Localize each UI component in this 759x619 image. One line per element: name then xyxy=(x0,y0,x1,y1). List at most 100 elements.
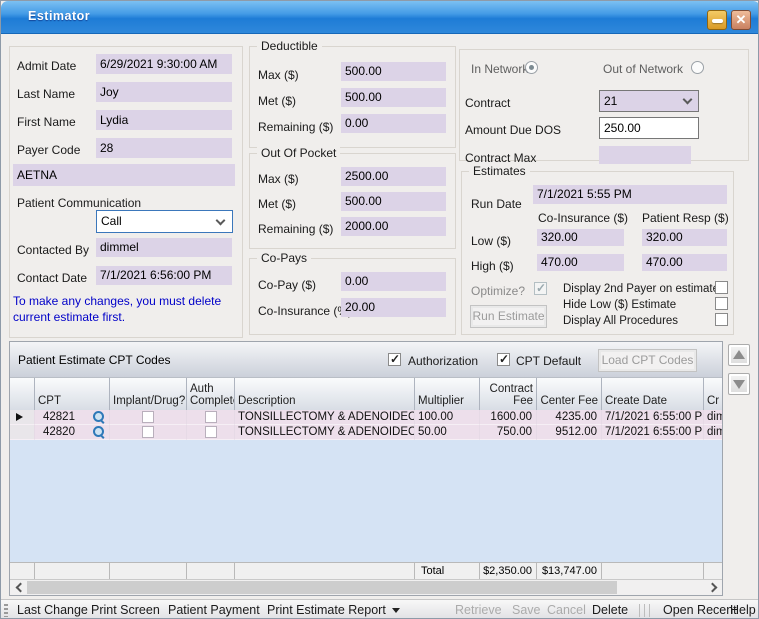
center-fee-cell[interactable]: 4235.00 xyxy=(537,410,602,425)
cpt-default-checkbox[interactable] xyxy=(497,353,510,366)
implant-drug-cell[interactable] xyxy=(110,410,187,425)
contract-value: 21 xyxy=(604,94,617,108)
communication-combobox[interactable]: Call xyxy=(96,210,233,233)
move-row-up-button[interactable] xyxy=(728,344,750,366)
horizontal-scrollbar[interactable] xyxy=(10,579,722,595)
implant-drug-checkbox[interactable] xyxy=(142,426,154,438)
auth-complete-cell[interactable] xyxy=(187,410,235,425)
implant-drug-checkbox[interactable] xyxy=(142,411,154,423)
estimates-title: Estimates xyxy=(469,164,530,178)
deductible-met-field: 500.00 xyxy=(341,88,446,107)
col-header-multiplier[interactable]: Multiplier xyxy=(415,378,480,410)
print-estimate-report-label: Print Estimate Report xyxy=(267,603,386,617)
total-empty-cell xyxy=(602,563,704,579)
chevron-down-icon xyxy=(683,95,693,105)
auth-complete-checkbox[interactable] xyxy=(205,426,217,438)
delete-menu-item[interactable]: Delete xyxy=(592,603,628,617)
display-2nd-payer-label: Display 2nd Payer on estimate xyxy=(563,283,719,295)
cpt-cell[interactable]: 42821 xyxy=(35,410,110,425)
cpt-value: 42820 xyxy=(43,425,75,439)
total-center-fee: $13,747.00 xyxy=(537,563,602,579)
open-recent-menu-item[interactable]: Open Recent xyxy=(663,603,737,617)
coinsurance-col-header: Co-Insurance ($) xyxy=(538,211,628,225)
col-header-create-date[interactable]: Create Date xyxy=(602,378,704,410)
col-header-implant-drug[interactable]: Implant/Drug? xyxy=(110,378,187,410)
save-menu-item[interactable]: Save xyxy=(512,603,541,617)
scroll-left-button[interactable] xyxy=(10,580,27,595)
out-of-network-radio[interactable] xyxy=(691,61,704,74)
lookup-magnifier-icon[interactable] xyxy=(92,425,106,439)
authorization-label: Authorization xyxy=(408,354,478,368)
create-date-cell[interactable]: 7/1/2021 6:55:00 P xyxy=(602,410,704,425)
amount-due-dos-input[interactable] xyxy=(599,117,699,139)
patient-communication-label: Patient Communication xyxy=(17,196,141,210)
toolbar-separator xyxy=(644,604,645,617)
last-change-menu-item[interactable]: Last Change xyxy=(17,603,88,617)
toolbar-separator xyxy=(649,604,650,617)
last-name-field: Joy xyxy=(96,82,232,102)
create-date-cell[interactable]: 7/1/2021 6:55:00 P xyxy=(602,425,704,440)
scroll-right-button[interactable] xyxy=(705,580,722,595)
payer-code-field: 28 xyxy=(96,138,232,158)
retrieve-menu-item[interactable]: Retrieve xyxy=(455,603,502,617)
move-row-down-button[interactable] xyxy=(728,373,750,395)
contract-max-field xyxy=(599,146,691,164)
table-row[interactable]: 42821 TONSILLECTOMY & ADENOIDECTOM 100.0… xyxy=(10,410,722,425)
help-menu-item[interactable]: Help xyxy=(730,603,756,617)
description-cell[interactable]: TONSILLECTOMY & ADENOIDECTOM xyxy=(235,425,415,440)
hide-low-estimate-checkbox[interactable] xyxy=(715,297,728,310)
lookup-magnifier-icon[interactable] xyxy=(92,410,106,424)
col-header-cpt[interactable]: CPT xyxy=(35,378,110,410)
print-estimate-report-menu-item[interactable]: Print Estimate Report xyxy=(267,603,400,617)
auth-complete-checkbox[interactable] xyxy=(205,411,217,423)
estimator-window: Estimator Admit Date 6/29/2021 9:30:00 A… xyxy=(0,0,759,619)
low-label: Low ($) xyxy=(471,234,511,248)
bottom-toolbar: Last Change Print Screen Patient Payment… xyxy=(1,599,759,619)
auth-complete-cell[interactable] xyxy=(187,425,235,440)
patient-resp-col-header: Patient Resp ($) xyxy=(642,211,729,225)
minimize-button[interactable] xyxy=(707,10,727,30)
col-header-auth-complete[interactable]: Auth Complete xyxy=(187,378,235,410)
display-all-procedures-checkbox[interactable] xyxy=(715,313,728,326)
scrollbar-thumb[interactable] xyxy=(27,581,617,594)
col-header-created-by[interactable]: Cr xyxy=(704,378,722,410)
print-screen-menu-item[interactable]: Print Screen xyxy=(91,603,160,617)
col-header-description[interactable]: Description xyxy=(235,378,415,410)
cpt-cell[interactable]: 42820 xyxy=(35,425,110,440)
low-patient-resp-field: 320.00 xyxy=(642,229,727,246)
created-by-cell[interactable]: dim xyxy=(704,410,722,425)
in-network-radio[interactable] xyxy=(525,61,538,74)
contract-combobox[interactable]: 21 xyxy=(599,90,699,112)
created-by-cell[interactable]: dim xyxy=(704,425,722,440)
display-2nd-payer-checkbox[interactable] xyxy=(715,281,728,294)
multiplier-cell[interactable]: 50.00 xyxy=(415,425,480,440)
center-fee-cell[interactable]: 9512.00 xyxy=(537,425,602,440)
multiplier-cell[interactable]: 100.00 xyxy=(415,410,480,425)
grid-total-row: Total $2,350.00 $13,747.00 xyxy=(10,562,722,579)
grid-header-row: CPT Implant/Drug? Auth Complete Descript… xyxy=(10,378,722,410)
description-cell[interactable]: TONSILLECTOMY & ADENOIDECTOM xyxy=(235,410,415,425)
display-all-procedures-label: Display All Procedures xyxy=(563,315,678,327)
high-patient-resp-field: 470.00 xyxy=(642,254,727,271)
implant-drug-cell[interactable] xyxy=(110,425,187,440)
coinsurance-field: 20.00 xyxy=(341,298,446,317)
run-estimate-button[interactable]: Run Estimate xyxy=(470,305,547,328)
row-selector-cell[interactable] xyxy=(10,425,35,440)
up-arrow-icon xyxy=(733,350,745,359)
load-cpt-codes-button[interactable]: Load CPT Codes xyxy=(598,349,697,372)
toolbar-grip xyxy=(4,604,8,617)
col-header-contract-fee[interactable]: Contract Fee xyxy=(480,378,537,410)
copays-title: Co-Pays xyxy=(257,251,311,265)
col-header-center-fee[interactable]: Center Fee xyxy=(537,378,602,410)
table-row[interactable]: 42820 TONSILLECTOMY & ADENOIDECTOM 50.00… xyxy=(10,425,722,440)
close-button[interactable] xyxy=(731,10,751,30)
run-date-field: 7/1/2021 5:55 PM xyxy=(533,185,727,204)
authorization-checkbox[interactable] xyxy=(388,353,401,366)
patient-payment-menu-item[interactable]: Patient Payment xyxy=(168,603,260,617)
cancel-menu-item[interactable]: Cancel xyxy=(547,603,586,617)
total-contract-fee: $2,350.00 xyxy=(480,563,537,579)
contract-fee-cell[interactable]: 750.00 xyxy=(480,425,537,440)
contract-fee-cell[interactable]: 1600.00 xyxy=(480,410,537,425)
last-name-label: Last Name xyxy=(17,87,75,101)
row-selector-cell[interactable] xyxy=(10,410,35,425)
